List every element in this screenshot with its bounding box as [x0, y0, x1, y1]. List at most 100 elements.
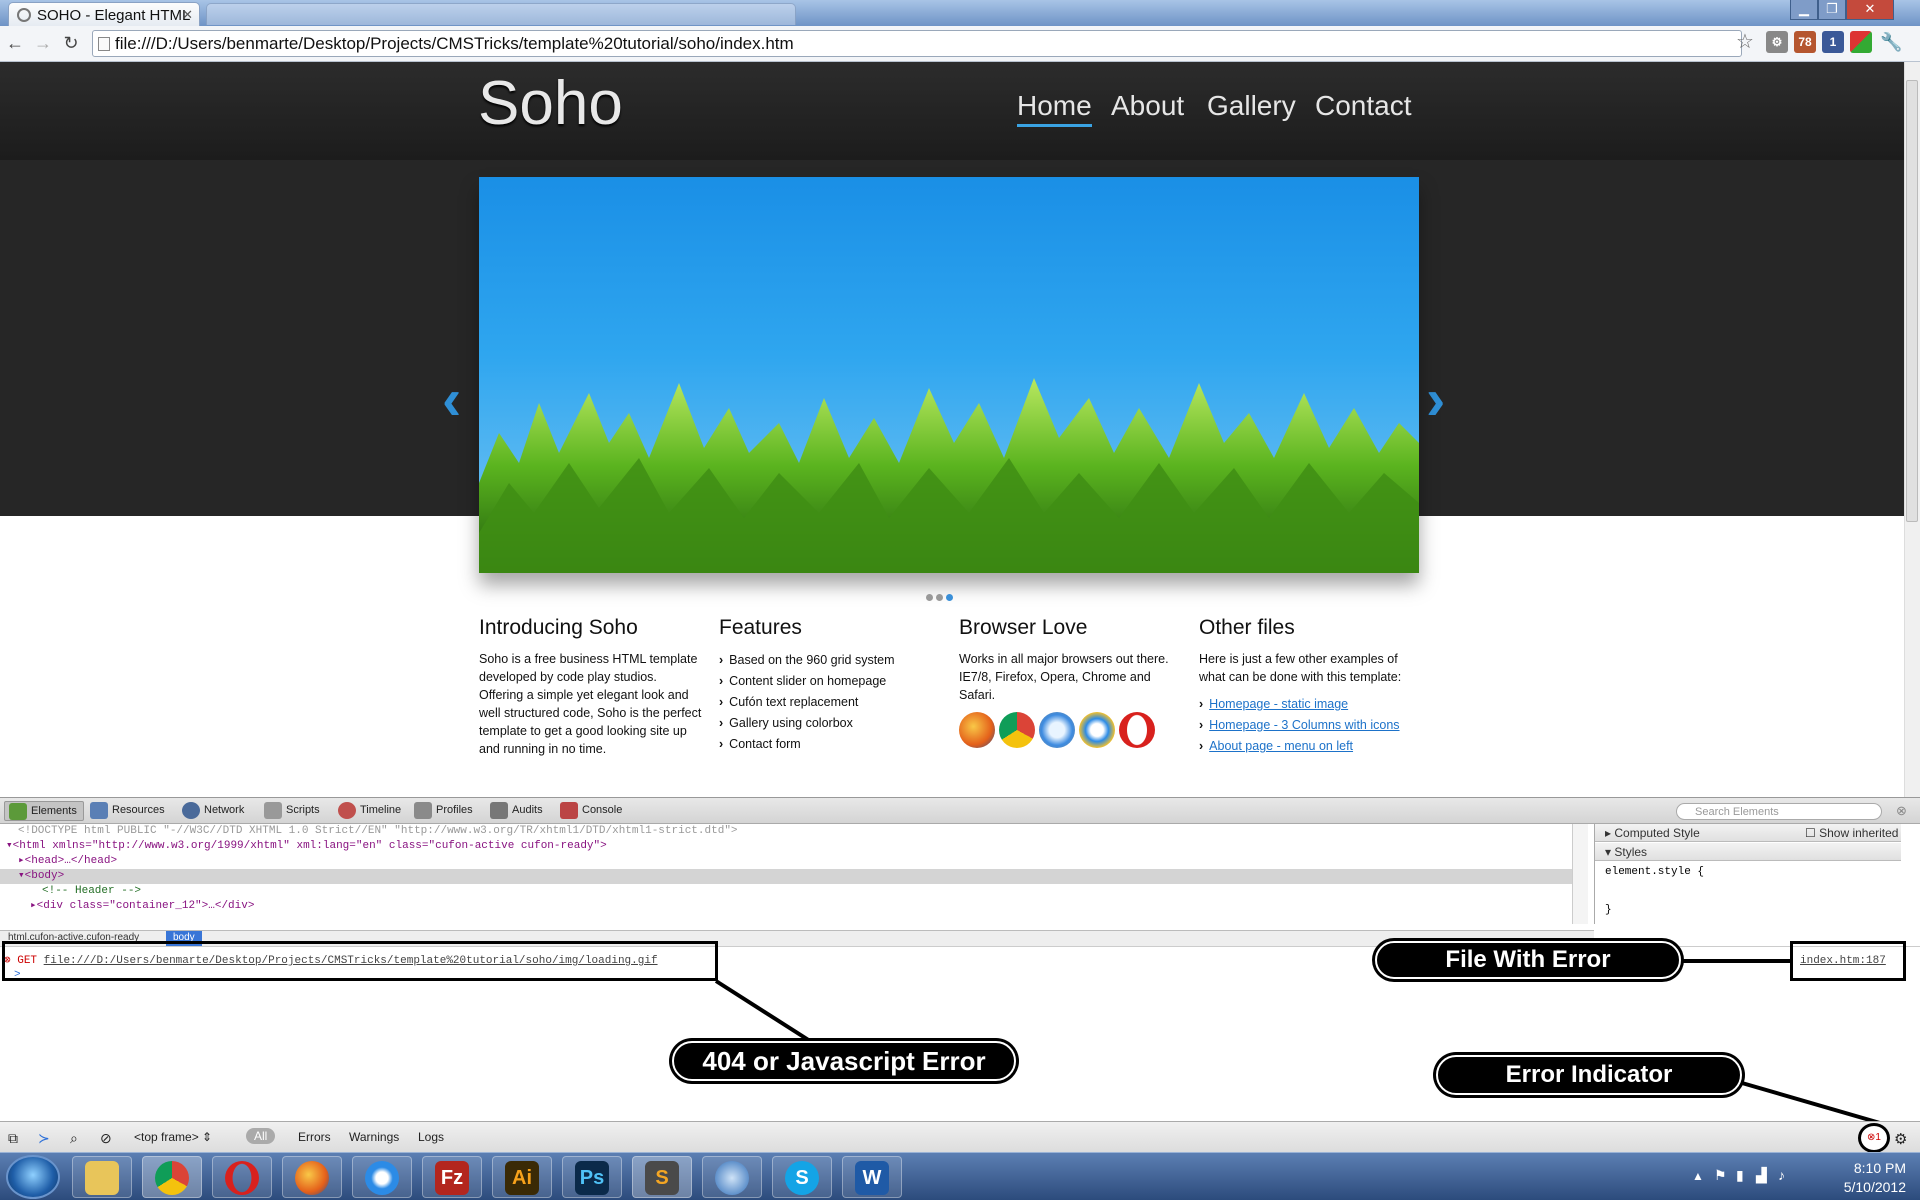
profiles-icon	[414, 802, 432, 819]
slider-dot[interactable]	[936, 594, 943, 601]
dom-div-container[interactable]: ▸<div class="container_12">…</div>	[0, 899, 1572, 914]
console-toggle-icon[interactable]: ≻	[38, 1130, 50, 1147]
tab-background[interactable]	[206, 3, 796, 25]
slider-image	[479, 177, 1419, 573]
illustrator-icon: Ai	[505, 1161, 539, 1195]
wrench-icon[interactable]: 🔧	[1880, 31, 1902, 53]
firefox-icon	[295, 1161, 329, 1195]
dock-icon[interactable]: ⧉	[8, 1130, 18, 1147]
battery-icon[interactable]: ▮	[1736, 1167, 1744, 1184]
nav-about[interactable]: About	[1111, 90, 1184, 122]
element-style-close: }	[1605, 904, 1612, 916]
styles-sidebar: ▸ Computed Style ☐ Show inherited ▾ Styl…	[1594, 824, 1920, 924]
filter-all[interactable]: All	[246, 1128, 276, 1144]
taskbar-chrome[interactable]	[142, 1156, 202, 1198]
gear-icon[interactable]: ⚙	[1766, 31, 1788, 53]
taskbar-firefox[interactable]	[282, 1156, 342, 1198]
tab-audits[interactable]: Audits	[486, 801, 549, 821]
nav-contact[interactable]: Contact	[1315, 90, 1412, 122]
frame-selector[interactable]: <top frame> ⇕	[134, 1130, 212, 1144]
ie-icon	[365, 1161, 399, 1195]
tab-scripts[interactable]: Scripts	[260, 801, 326, 821]
page-viewport: Soho Home About Gallery Contact ‹ › Intr…	[0, 62, 1904, 797]
action-center-icon[interactable]: ⚑	[1714, 1167, 1727, 1184]
volume-icon[interactable]: ♪	[1778, 1167, 1785, 1183]
tab-timeline[interactable]: Timeline	[334, 801, 407, 821]
filter-logs[interactable]: Logs	[418, 1130, 444, 1144]
filter-errors[interactable]: Errors	[298, 1130, 331, 1144]
thunderbird-icon	[715, 1161, 749, 1195]
taskbar-illustrator[interactable]: Ai	[492, 1156, 552, 1198]
styles-header[interactable]: ▾ Styles	[1595, 843, 1901, 861]
taskbar-sublime[interactable]: S	[632, 1156, 692, 1198]
tab-resources[interactable]: Resources	[86, 801, 171, 821]
bookmark-star-icon[interactable]: ☆	[1736, 29, 1754, 54]
nav-gallery[interactable]: Gallery	[1207, 90, 1296, 122]
element-style-rule[interactable]: element.style {	[1605, 866, 1704, 878]
taskbar-thunderbird[interactable]	[702, 1156, 762, 1198]
list-item: About page - menu on left	[1199, 736, 1424, 757]
tab-profiles[interactable]: Profiles	[410, 801, 479, 821]
close-devtools-icon[interactable]: ⊗	[1896, 803, 1907, 819]
page-scrollbar-thumb[interactable]	[1906, 80, 1918, 522]
nav-home[interactable]: Home	[1017, 90, 1092, 127]
slider-dot-active[interactable]	[946, 594, 953, 601]
dom-body[interactable]: ▾<body>	[0, 869, 1572, 884]
link-static-image[interactable]: Homepage - static image	[1209, 697, 1348, 711]
skype-icon: S	[785, 1161, 819, 1195]
facebook-icon[interactable]: 1	[1822, 31, 1844, 53]
slider-next-icon[interactable]: ›	[1426, 366, 1445, 433]
link-about-menu-left[interactable]: About page - menu on left	[1209, 739, 1353, 753]
taskbar-word[interactable]: W	[842, 1156, 902, 1198]
taskbar-filezilla[interactable]: Fz	[422, 1156, 482, 1198]
clock[interactable]: 8:10 PM 5/10/2012	[1810, 1159, 1906, 1197]
search-icon[interactable]: ⌕	[70, 1130, 78, 1147]
dom-html[interactable]: ▾<html xmlns="http://www.w3.org/1999/xht…	[0, 839, 1572, 854]
column-title: Introducing Soho	[479, 616, 638, 639]
close-tab-icon[interactable]: ✕	[182, 7, 193, 23]
tab-console[interactable]: Console	[556, 801, 628, 821]
taskbar-ie[interactable]	[352, 1156, 412, 1198]
dom-head[interactable]: ▸<head>…</head>	[0, 854, 1572, 869]
search-elements-input[interactable]: Search Elements	[1676, 803, 1882, 820]
list-item: Homepage - static image	[1199, 694, 1424, 715]
forward-icon[interactable]: →	[32, 30, 54, 56]
tab-network[interactable]: Network	[178, 801, 250, 821]
browser-title-bar: SOHO - Elegant HTML ✕ ▁ ❐ ✕	[0, 0, 1920, 26]
filter-warnings[interactable]: Warnings	[349, 1130, 399, 1144]
gear-icon[interactable]: ⚙	[1894, 1130, 1907, 1148]
extension-icon[interactable]: 78	[1794, 31, 1816, 53]
extension-icon[interactable]	[1850, 31, 1872, 53]
tray-arrow-icon[interactable]: ▲	[1692, 1169, 1704, 1183]
network-icon[interactable]: ▟	[1756, 1167, 1767, 1184]
minimize-button[interactable]: ▁	[1790, 0, 1818, 20]
address-bar[interactable]: file:///D:/Users/benmarte/Desktop/Projec…	[92, 30, 1742, 57]
taskbar-explorer[interactable]	[72, 1156, 132, 1198]
pine-trees-image	[479, 378, 1419, 573]
slider-prev-icon[interactable]: ‹	[442, 366, 461, 433]
page-icon	[98, 37, 110, 51]
slider-dot[interactable]	[926, 594, 933, 601]
site-logo[interactable]: Soho	[478, 68, 623, 139]
sublime-icon: S	[645, 1161, 679, 1195]
error-indicator[interactable]: ⊗1	[1858, 1123, 1890, 1153]
taskbar-skype[interactable]: S	[772, 1156, 832, 1198]
start-button[interactable]	[6, 1155, 60, 1199]
reload-icon[interactable]: ↻	[60, 30, 82, 56]
close-window-button[interactable]: ✕	[1846, 0, 1894, 20]
ie-icon	[1079, 712, 1115, 748]
clear-console-icon[interactable]: ⊘	[100, 1130, 112, 1147]
back-icon[interactable]: ←	[4, 30, 26, 56]
dom-scrollbar[interactable]	[1572, 824, 1588, 924]
page-favicon-icon	[17, 8, 31, 22]
tab-soho[interactable]: SOHO - Elegant HTML ✕	[8, 2, 200, 26]
link-3-columns[interactable]: Homepage - 3 Columns with icons	[1209, 718, 1399, 732]
taskbar-opera[interactable]	[212, 1156, 272, 1198]
console-icon	[560, 802, 578, 819]
dom-doctype[interactable]: <!DOCTYPE html PUBLIC "-//W3C//DTD XHTML…	[0, 824, 1572, 839]
dom-comment[interactable]: <!-- Header -->	[0, 884, 1572, 899]
taskbar-photoshop[interactable]: Ps	[562, 1156, 622, 1198]
tab-elements[interactable]: Elements	[4, 801, 84, 821]
show-inherited-checkbox[interactable]: ☐ Show inherited	[1805, 826, 1898, 840]
maximize-button[interactable]: ❐	[1818, 0, 1846, 20]
